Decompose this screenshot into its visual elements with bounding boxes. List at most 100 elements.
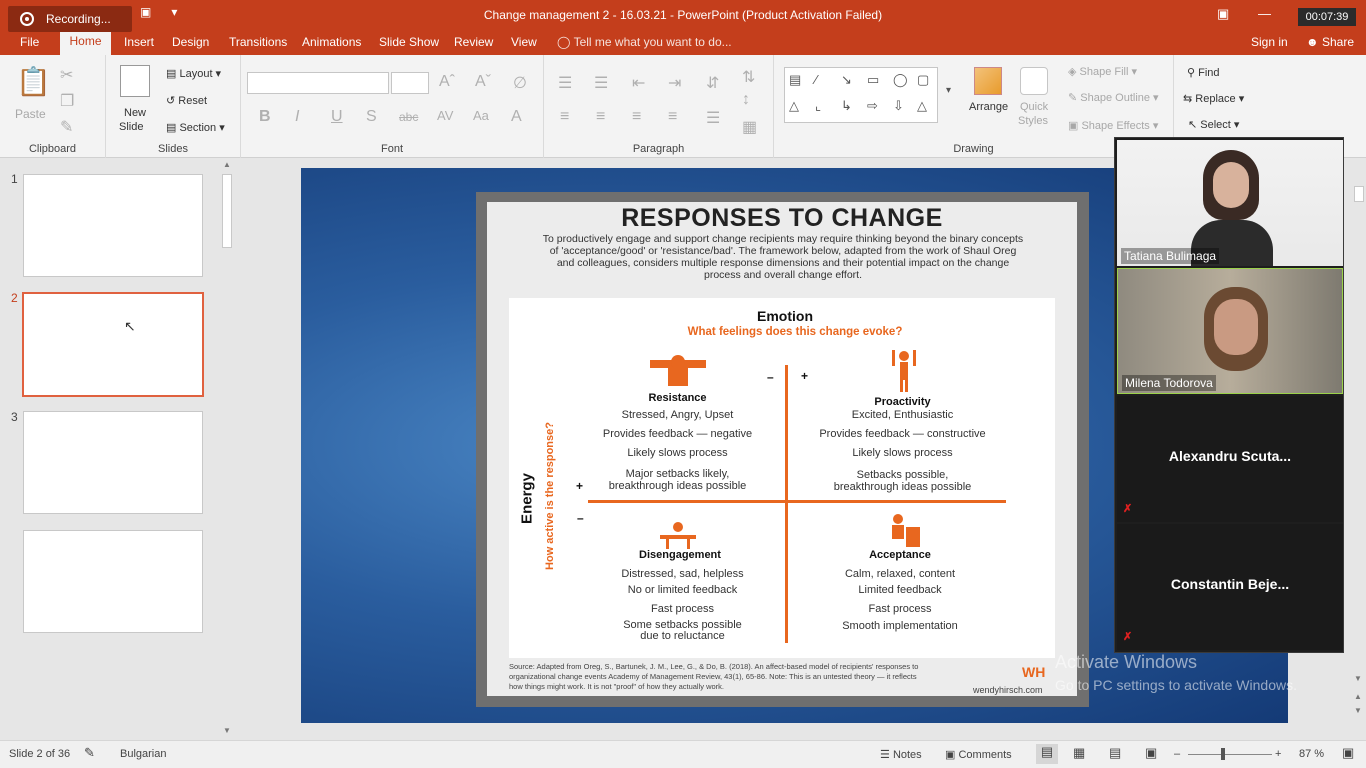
tab-slide-show[interactable]: Slide Show	[379, 35, 439, 49]
underline-icon[interactable]: U	[331, 108, 343, 126]
tab-file[interactable]: File	[20, 35, 39, 49]
oval-shape-icon[interactable]: ◯	[893, 72, 908, 88]
fit-slide-icon[interactable]: ▣	[1342, 745, 1354, 761]
paste-icon[interactable]: 📋	[16, 65, 51, 98]
line-spacing-icon[interactable]: ⇵	[706, 73, 719, 93]
char-spacing-icon[interactable]: AV	[437, 108, 453, 123]
bullets-icon[interactable]: ☰	[558, 73, 572, 93]
new-slide-label-2[interactable]: Slide	[119, 121, 143, 133]
scroll-thumb[interactable]	[222, 174, 232, 248]
font-color-icon[interactable]: A	[511, 108, 522, 126]
rectangle-shape-icon[interactable]: ▭	[867, 72, 879, 88]
shapes-gallery[interactable]: ▤ ∕ ↘ ▭ ◯ ▢ △ ⌞ ↳ ⇨ ⇩ △	[784, 67, 938, 123]
shape-fill-button[interactable]: ◈ Shape Fill ▾	[1068, 65, 1137, 78]
recording-indicator[interactable]: Recording...	[8, 6, 132, 32]
decrease-indent-icon[interactable]: ⇤	[632, 73, 645, 93]
tab-review[interactable]: Review	[454, 35, 493, 49]
slide-thumbnail-1[interactable]	[23, 174, 203, 277]
down-arrow-shape-icon[interactable]: ⇩	[893, 98, 904, 114]
freeform-shape-icon[interactable]: △	[917, 98, 927, 114]
ribbon-display-icon[interactable]: ▣	[1217, 6, 1229, 22]
tab-insert[interactable]: Insert	[124, 35, 154, 49]
sign-in-link[interactable]: Sign in	[1251, 35, 1288, 49]
numbering-icon[interactable]: ☰	[594, 73, 608, 93]
grow-font-icon[interactable]: Aˆ	[439, 73, 455, 91]
new-slide-icon[interactable]	[120, 65, 150, 97]
slide-scrollbar[interactable]: ▼ ▲ ▼	[1350, 158, 1366, 740]
quick-styles-icon[interactable]	[1020, 67, 1048, 95]
reset-button[interactable]: ↺ Reset	[166, 94, 207, 107]
select-button[interactable]: ↖ Select ▾	[1188, 118, 1239, 131]
shape-outline-button[interactable]: ✎ Shape Outline ▾	[1068, 91, 1159, 104]
scroll-down-icon[interactable]: ▼	[1354, 674, 1362, 683]
comments-button[interactable]: ▣ Comments	[945, 748, 1012, 761]
thumbnails-scrollbar[interactable]: ▲ ▼	[220, 160, 234, 738]
replace-button[interactable]: ⇆ Replace ▾	[1183, 92, 1244, 105]
smartart-icon[interactable]: ▦	[742, 117, 757, 137]
align-text-icon[interactable]: ↕	[742, 91, 750, 109]
italic-icon[interactable]: I	[295, 108, 299, 126]
copy-icon[interactable]: ❐	[60, 91, 74, 111]
arrange-icon[interactable]	[974, 67, 1002, 95]
next-slide-icon[interactable]: ▼	[1354, 706, 1362, 715]
quick-styles-button-2[interactable]: Styles	[1018, 115, 1048, 127]
justify-icon[interactable]: ≡	[668, 108, 677, 126]
section-button[interactable]: ▤ Section ▾	[166, 121, 225, 134]
clear-format-icon[interactable]: ∅	[513, 73, 527, 93]
tab-view[interactable]: View	[511, 35, 537, 49]
participant-tile-4[interactable]: Constantin Beje... ✗	[1117, 524, 1343, 650]
triangle-shape-icon[interactable]: △	[789, 98, 799, 114]
notes-button[interactable]: ☰ Notes	[880, 748, 922, 761]
text-direction-icon[interactable]: ⇅	[742, 67, 755, 87]
zoom-slider-thumb[interactable]	[1221, 748, 1225, 760]
strikethrough-icon[interactable]: abc	[399, 110, 418, 124]
elbow-arrow-shape-icon[interactable]: ↳	[841, 98, 852, 114]
bold-icon[interactable]: B	[259, 108, 271, 126]
slide-thumbnail-2[interactable]: ↖	[22, 292, 204, 397]
textbox-shape-icon[interactable]: ▤	[789, 72, 801, 88]
participant-tile-1[interactable]: Tatiana Bulimaga	[1117, 140, 1343, 266]
quick-styles-button[interactable]: Quick	[1020, 101, 1048, 113]
zoom-level[interactable]: 87 %	[1299, 748, 1324, 760]
spell-check-icon[interactable]: ✎	[84, 745, 95, 761]
font-name-input[interactable]	[247, 72, 389, 94]
change-case-icon[interactable]: Aa	[473, 108, 489, 123]
previous-slide-icon[interactable]: ▲	[1354, 692, 1362, 701]
cut-icon[interactable]: ✂	[60, 65, 73, 85]
tell-me-search[interactable]: ◯ Tell me what you want to do...	[557, 35, 732, 49]
align-left-icon[interactable]: ≡	[560, 108, 569, 126]
shadow-icon[interactable]: S	[366, 108, 377, 126]
format-painter-icon[interactable]: ✎	[60, 117, 73, 137]
increase-indent-icon[interactable]: ⇥	[668, 73, 681, 93]
zoom-in-icon[interactable]: +	[1275, 748, 1281, 760]
line-shape-icon[interactable]: ∕	[815, 72, 817, 87]
scroll-down-icon[interactable]: ▼	[223, 726, 231, 735]
align-right-icon[interactable]: ≡	[632, 108, 641, 126]
new-slide-label[interactable]: New	[124, 107, 146, 119]
language-indicator[interactable]: Bulgarian	[120, 748, 166, 760]
participant-tile-3[interactable]: Alexandru Scuta... ✗	[1117, 396, 1343, 522]
tab-design[interactable]: Design	[172, 35, 209, 49]
rounded-rect-shape-icon[interactable]: ▢	[917, 72, 929, 88]
zoom-slider[interactable]	[1188, 754, 1272, 755]
slide-thumbnail-4[interactable]	[23, 530, 203, 633]
columns-icon[interactable]: ☰	[706, 108, 720, 128]
right-arrow-shape-icon[interactable]: ⇨	[867, 98, 878, 114]
zoom-out-icon[interactable]: –	[1174, 748, 1180, 760]
slide-thumbnail-3[interactable]	[23, 411, 203, 514]
shape-effects-button[interactable]: ▣ Shape Effects ▾	[1068, 119, 1158, 132]
paste-button[interactable]: Paste	[15, 107, 46, 121]
shapes-more-icon[interactable]: ▾	[946, 85, 951, 96]
normal-view-icon[interactable]: ▤	[1036, 744, 1058, 764]
tab-transitions[interactable]: Transitions	[229, 35, 287, 49]
find-button[interactable]: ⚲ Find	[1187, 66, 1220, 79]
participant-tile-2[interactable]: Milena Todorova	[1117, 268, 1343, 394]
slideshow-view-icon[interactable]: ▣	[1145, 745, 1157, 761]
video-participants-panel[interactable]: Tatiana Bulimaga Milena Todorova Alexand…	[1114, 137, 1344, 653]
arrange-button[interactable]: Arrange	[969, 101, 1008, 113]
font-size-input[interactable]	[391, 72, 429, 94]
reading-view-icon[interactable]: ▤	[1109, 745, 1121, 761]
tab-animations[interactable]: Animations	[302, 35, 361, 49]
minimize-button[interactable]: —	[1258, 6, 1271, 21]
layout-button[interactable]: ▤ Layout ▾	[166, 67, 221, 80]
